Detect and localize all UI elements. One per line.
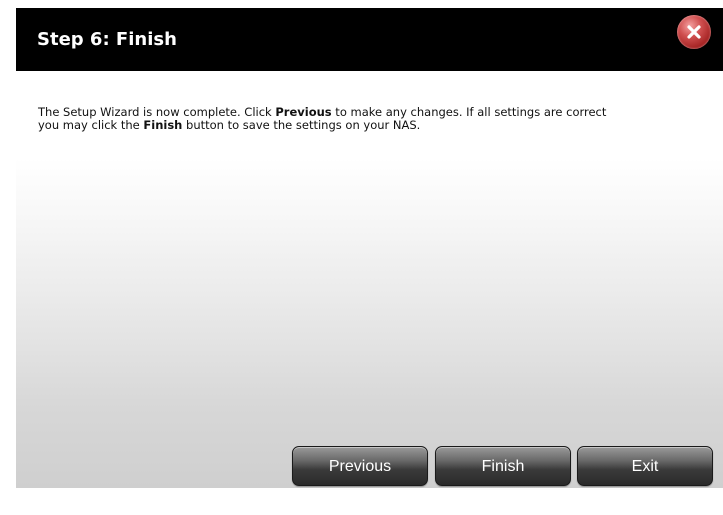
previous-button[interactable]: Previous <box>292 446 428 486</box>
finish-emphasis: Finish <box>143 118 183 132</box>
dialog-title: Step 6: Finish <box>37 29 177 50</box>
message-text: button to save the settings on your NAS. <box>182 118 421 132</box>
exit-button[interactable]: Exit <box>577 446 713 486</box>
close-button[interactable] <box>677 15 711 49</box>
wizard-message: The Setup Wizard is now complete. Click … <box>38 106 708 132</box>
setup-wizard-dialog: Step 6: Finish The Setup Wizard is now c… <box>16 8 723 488</box>
message-text: you may click the <box>38 118 144 132</box>
finish-button[interactable]: Finish <box>435 446 571 486</box>
message-text: The Setup Wizard is now complete. Click <box>38 105 276 119</box>
title-bar: Step 6: Finish <box>16 8 723 71</box>
previous-emphasis: Previous <box>275 105 332 119</box>
close-icon <box>687 25 701 39</box>
message-text: to make any changes. If all settings are… <box>331 105 607 119</box>
